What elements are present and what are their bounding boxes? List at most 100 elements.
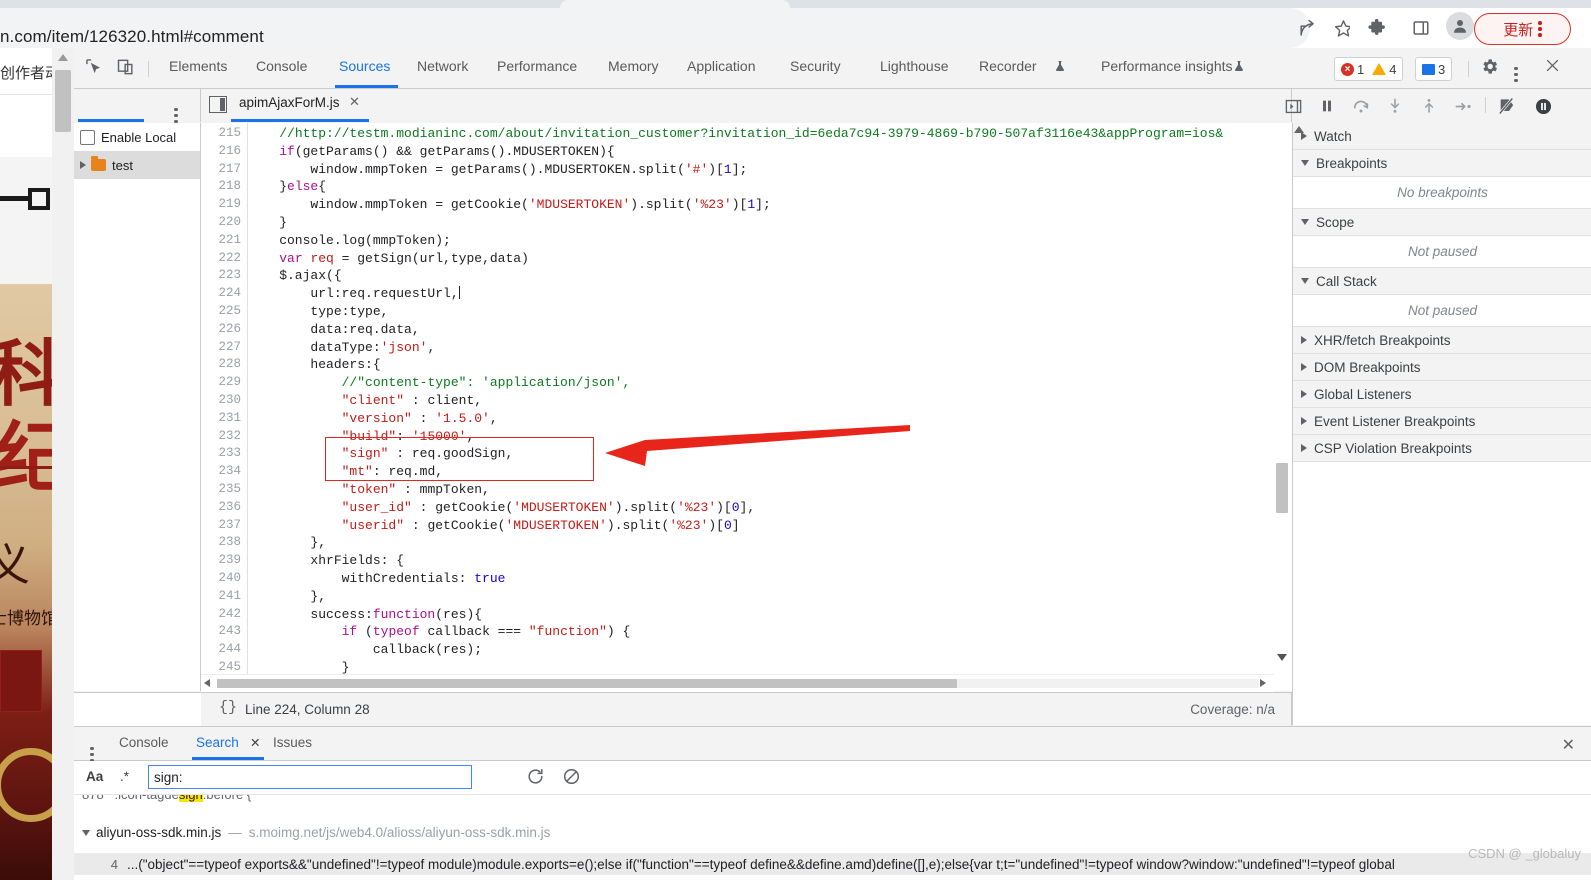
show-navigator-icon[interactable] [1282,95,1304,117]
debugger-section-scope[interactable]: Scope [1293,209,1591,236]
line-number[interactable]: 226 [218,321,241,339]
pause-icon[interactable] [1316,95,1338,117]
code-line[interactable]: "build": '15000', [248,428,475,446]
search-result-row[interactable]: 4 ...("object"==typeof exports&&"undefin… [74,853,1591,875]
editor-vscroll-down-arrow[interactable] [1277,654,1287,661]
code-line[interactable]: type:type, [248,303,388,321]
code-line[interactable]: "version" : '1.5.0', [248,410,498,428]
kebab-menu-icon[interactable] [1514,57,1538,82]
chevron-down-icon[interactable] [1301,278,1309,284]
debugger-section-event-listener-breakpoints[interactable]: Event Listener Breakpoints [1293,408,1591,435]
code-line[interactable]: console.log(mmpToken); [248,232,451,250]
search-results[interactable]: 878 .icon-tagdesign:before { aliyun-oss-… [74,795,1591,880]
share-icon[interactable] [1293,14,1321,42]
tab-security[interactable]: Security [790,58,841,74]
drawer-tab-search[interactable]: Search [196,735,239,750]
code-line[interactable]: headers:{ [248,356,380,374]
line-number[interactable]: 241 [218,588,241,606]
deactivate-breakpoints-icon[interactable] [1498,95,1520,117]
gear-icon[interactable] [1480,57,1504,79]
clipped-result-row[interactable]: 878 .icon-tagdesign:before { [82,795,251,802]
code-line[interactable]: window.mmpToken = getParams().MDUSERTOKE… [248,161,747,179]
code-line[interactable]: "mt": req.md, [248,463,443,481]
search-result-file-row[interactable]: aliyun-oss-sdk.min.js — s.moimg.net/js/w… [82,825,550,840]
tab-lighthouse[interactable]: Lighthouse [880,58,949,74]
editor-code-area[interactable]: //http://testm.modianinc.com/about/invit… [248,123,1292,691]
line-number[interactable]: 231 [218,410,241,428]
puzzle-icon[interactable] [1362,14,1390,42]
drawer-close-icon[interactable]: ✕ [1562,735,1575,755]
collapse-navigator-icon[interactable] [209,96,227,113]
update-button[interactable]: 更新 [1474,13,1571,45]
tab-network[interactable]: Network [417,58,468,74]
code-line[interactable]: } [248,214,287,232]
tab-sources[interactable]: Sources [339,58,390,74]
code-line[interactable]: var req = getSign(url,type,data) [248,250,529,268]
debugger-section-dom-breakpoints[interactable]: DOM Breakpoints [1293,354,1591,381]
line-number[interactable]: 243 [218,623,241,641]
drawer-tab-issues[interactable]: Issues [273,735,312,750]
line-number[interactable]: 225 [218,303,241,321]
code-line[interactable]: "user_id" : getCookie('MDUSERTOKEN').spl… [248,499,756,517]
search-result-row-partial[interactable] [74,875,1591,880]
enable-local-overrides-row[interactable]: Enable Local [74,123,200,151]
chevron-right-icon[interactable] [1301,132,1307,140]
code-line[interactable]: dataType:'json', [248,339,435,357]
code-line[interactable]: "token" : mmpToken, [248,481,490,499]
debugger-scroll-up-arrow[interactable] [1294,126,1304,133]
chevron-down-icon[interactable] [1301,219,1309,225]
chevron-right-icon[interactable] [1301,363,1307,371]
refresh-icon[interactable] [526,767,546,787]
tab-application[interactable]: Application [687,58,756,74]
chevron-down-icon[interactable] [1301,160,1309,166]
editor-vertical-scrollbar[interactable] [1274,123,1291,691]
page-scrollbar-track[interactable] [52,48,75,880]
search-input[interactable] [148,765,472,789]
page-scrollbar-thumb[interactable] [55,70,71,132]
inspect-cursor-icon[interactable] [84,57,108,79]
device-toolbar-icon[interactable] [116,57,140,79]
line-number[interactable]: 219 [218,196,241,214]
debugger-section-global-listeners[interactable]: Global Listeners [1293,381,1591,408]
navigator-kebab-icon[interactable] [174,98,178,123]
step-icon[interactable] [1452,95,1474,117]
editor-hscroll-right-arrow[interactable] [1260,679,1266,687]
line-number[interactable]: 234 [218,463,241,481]
match-case-button[interactable]: Aa [86,769,103,784]
code-line[interactable]: success:function(res){ [248,606,482,624]
chevron-down-icon[interactable] [82,829,90,836]
browser-tab[interactable] [560,0,790,8]
tab-elements[interactable]: Elements [169,58,227,74]
chevron-right-icon[interactable] [80,161,86,169]
line-number[interactable]: 221 [218,232,241,250]
drawer-kebab-icon[interactable] [90,737,94,762]
line-number[interactable]: 236 [218,499,241,517]
profile-avatar-icon[interactable] [1446,12,1474,40]
navigator-folder-test[interactable]: test [74,151,200,179]
editor-hscroll-thumb[interactable] [217,679,957,688]
page-scrollbar-up-arrow[interactable] [58,54,68,61]
step-out-icon[interactable] [1418,95,1440,117]
code-line[interactable]: "userid" : getCookie('MDUSERTOKEN').spli… [248,517,740,535]
tab-recorder[interactable]: Recorder [979,58,1037,74]
line-number[interactable]: 238 [218,534,241,552]
line-number[interactable]: 228 [218,356,241,374]
code-line[interactable]: withCredentials: true [248,570,506,588]
tab-memory[interactable]: Memory [608,58,659,74]
tab-performance-insights[interactable]: Performance insights [1101,58,1233,74]
line-number[interactable]: 233 [218,445,241,463]
code-line[interactable]: $.ajax({ [248,267,341,285]
line-number[interactable]: 223 [218,267,241,285]
editor-hscroll-left-arrow[interactable] [204,679,210,687]
regex-button[interactable]: .* [120,769,129,784]
debugger-section-breakpoints[interactable]: Breakpoints [1293,150,1591,177]
editor-horizontal-scrollbar[interactable] [201,674,1274,692]
code-line[interactable]: }, [248,588,326,606]
line-number[interactable]: 235 [218,481,241,499]
clear-icon[interactable] [562,767,582,787]
code-line[interactable]: //http://testm.modianinc.com/about/invit… [248,125,1223,143]
code-line[interactable]: xhrFields: { [248,552,404,570]
editor-file-tab[interactable]: apimAjaxForM.js [239,95,340,110]
line-number[interactable]: 220 [218,214,241,232]
pause-on-exceptions-icon[interactable] [1532,95,1554,117]
